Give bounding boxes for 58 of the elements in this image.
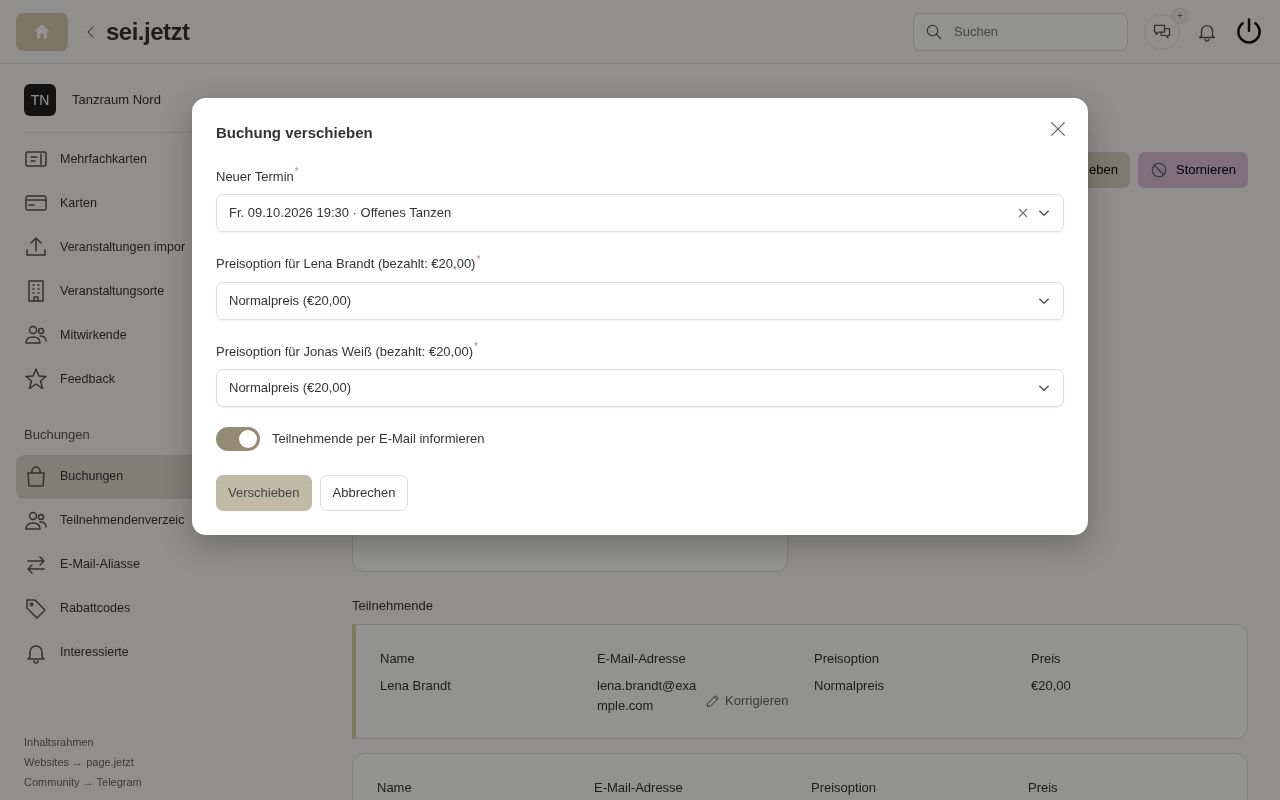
toggle-label: Teilnehmende per E-Mail informieren: [272, 430, 485, 449]
select-field[interactable]: Normalpreis (€20,00): [216, 281, 1064, 320]
sidebar-item[interactable]: Mehrfachkarten: [16, 137, 176, 181]
logo-text: sei.jetzt: [106, 16, 190, 47]
table-cell-text: Normalpreis: [814, 677, 886, 695]
sidebar-item[interactable]: Veranstaltungsorte: [16, 269, 176, 313]
toggle-switch[interactable]: [216, 427, 260, 451]
cancel-button[interactable]: Stornieren: [1138, 152, 1248, 188]
select-field[interactable]: Normalpreis (€20,00): [216, 369, 1064, 407]
star-icon: [24, 367, 48, 391]
sidebar-item[interactable]: E-Mail-Aliasse: [16, 542, 176, 587]
edit-link[interactable]: Korrigieren: [705, 691, 789, 711]
column-header: Preisoption: [814, 649, 881, 668]
column-header: E-Mail-Adresse: [597, 649, 687, 668]
pencil-icon: [705, 693, 721, 709]
clear-icon: [1017, 207, 1029, 219]
org-name: Tanzraum Nord: [72, 91, 161, 110]
sidebar-item[interactable]: Teilnehmendenverzeic: [16, 498, 189, 543]
required-asterisk: *: [476, 253, 481, 265]
people-icon: [24, 323, 48, 347]
sidebar-item[interactable]: Karten: [16, 181, 176, 225]
table-cell-text: lena.brandt@example.com: [597, 677, 697, 715]
clear-button[interactable]: [1017, 207, 1029, 219]
column-header: Name: [377, 779, 413, 797]
footer-link[interactable]: Inhaltsrahmen: [24, 736, 94, 748]
tag-icon: [24, 596, 48, 621]
sidebar-item[interactable]: Feedback: [16, 357, 176, 401]
bag-icon: [24, 464, 48, 489]
prohibited-icon: [1150, 161, 1168, 179]
power-button[interactable]: [1234, 16, 1264, 47]
upload-icon: [24, 235, 48, 259]
cancel-button[interactable]: Abbrechen: [319, 475, 409, 511]
footer-link[interactable]: Websites → page.jetzt: [24, 756, 134, 768]
table-cell-text: Lena Brandt: [380, 677, 452, 695]
search-field[interactable]: Suchen: [913, 12, 1128, 51]
select-field[interactable]: Fr. 09.10.2026 19:30 · Offenes Tanzen: [216, 194, 1064, 232]
field-label: Neuer Termin$^{*}$: [216, 166, 300, 186]
section-label: Buchungen: [24, 426, 90, 444]
required-asterisk: *: [474, 341, 478, 353]
column-header: Preis: [1028, 779, 1059, 797]
footer-link[interactable]: Community → Telegram: [24, 776, 142, 788]
sidebar-item[interactable]: Veranstaltungen impor: [16, 225, 190, 269]
plus-badge: +: [1172, 7, 1188, 24]
power-icon: [1234, 16, 1264, 47]
column-header: Preisoption: [811, 779, 878, 797]
column-header: Preis: [1031, 649, 1062, 668]
sidebar-item[interactable]: Mitwirkende: [16, 313, 176, 357]
column-header: E-Mail-Adresse: [594, 779, 684, 797]
table-cell-text: €20,00: [1031, 677, 1072, 695]
column-header: Name: [380, 649, 416, 668]
field-label: Preisoption für Lena Brandt (bezahlt: €20,00)$^{*}$: [216, 254, 482, 273]
org-avatar: TN: [24, 84, 56, 116]
section-title: Teilnehmende: [352, 597, 434, 615]
required-asterisk: *: [294, 166, 299, 178]
sidebar-item[interactable]: Interessierte: [16, 630, 176, 675]
submit-button[interactable]: Verschieben: [216, 475, 312, 511]
sidebar-item[interactable]: Rabattcodes: [16, 586, 176, 631]
field-label: Preisoption für Jonas Weiß (bezahlt: €20,00)$^{*}$: [216, 341, 479, 361]
